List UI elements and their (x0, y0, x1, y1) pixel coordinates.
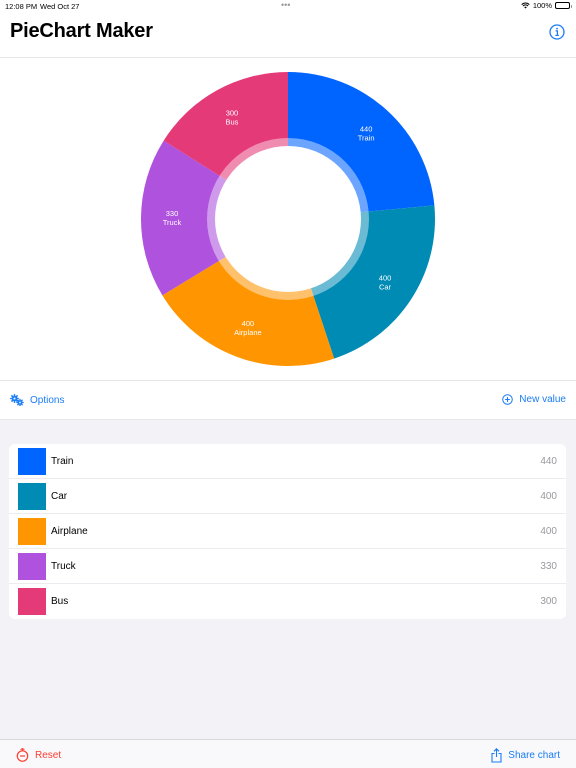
item-label: Car (51, 491, 68, 502)
item-value: 400 (540, 491, 557, 502)
list-item[interactable]: Truck 330 (9, 549, 566, 584)
options-button[interactable]: Options (10, 394, 64, 406)
color-swatch[interactable] (18, 553, 46, 580)
list-item[interactable]: Train 440 (9, 444, 566, 479)
slice-category-label: Train (358, 133, 375, 142)
bottom-toolbar: Reset Share chart (0, 739, 576, 768)
slice-value-label: 300 (226, 108, 239, 117)
item-value: 400 (540, 526, 557, 537)
color-swatch[interactable] (18, 588, 46, 615)
info-circle-icon[interactable] (549, 24, 565, 40)
slice-value-label: 330 (166, 209, 179, 218)
slice-value-label: 440 (360, 124, 373, 133)
item-value: 300 (540, 596, 557, 607)
donut-hole (215, 146, 361, 292)
item-value: 330 (540, 561, 557, 572)
battery-percent: 100% (532, 1, 552, 10)
slice-data-label: 400 Car (379, 274, 392, 292)
new-value-label: New value (519, 394, 566, 405)
status-date: Wed Oct 27 (40, 2, 80, 11)
status-right: 100% (521, 1, 572, 10)
slice-category-label: Airplane (234, 328, 262, 337)
battery-icon (555, 2, 572, 9)
reset-button[interactable]: Reset (16, 748, 61, 762)
color-swatch[interactable] (18, 483, 46, 510)
multitasking-dots[interactable]: ••• (281, 0, 290, 10)
item-label: Airplane (51, 526, 88, 537)
item-label: Bus (51, 596, 69, 607)
list-item[interactable]: Bus 300 (9, 584, 566, 619)
slice-value-label: 400 (242, 319, 255, 328)
status-bar: 12:08 PM Wed Oct 27 ••• 100% (0, 0, 576, 12)
reset-timer-icon (16, 748, 29, 762)
status-time: 12:08 PM (5, 2, 38, 11)
page-title: PieChart Maker (10, 20, 153, 42)
slice-category-label: Car (379, 283, 392, 292)
action-bar: Options New value (0, 381, 576, 420)
color-swatch[interactable] (18, 448, 46, 475)
item-label: Train (51, 456, 74, 467)
donut-chart: 440 Train400 Car400 Airplane330 Truck300 Bus (140, 72, 435, 366)
list-item[interactable]: Airplane 400 (9, 514, 566, 549)
values-list: Train 440 Car 400 Airplane 400 Truck 330… (9, 444, 566, 619)
slice-category-label: Truck (163, 218, 182, 227)
item-value: 440 (540, 456, 557, 467)
share-label: Share chart (508, 750, 560, 761)
reset-label: Reset (35, 749, 62, 761)
slice-data-label: 440 Train (358, 124, 375, 142)
chart-area: 440 Train 400 Car 400 Airplane 330 Truck 300 Bus (0, 58, 576, 381)
list-item[interactable]: Car 400 (9, 479, 566, 514)
slice-data-label: 300 Bus (226, 108, 239, 126)
share-chart-button[interactable]: Share chart (491, 748, 560, 763)
plus-circle-icon (502, 394, 514, 405)
gears-icon (10, 394, 24, 406)
wifi-icon (521, 2, 530, 9)
slice-category-label: Bus (226, 117, 239, 126)
item-label: Truck (51, 561, 76, 572)
new-value-button[interactable]: New value (502, 394, 566, 405)
slice-value-label: 400 (379, 274, 392, 283)
color-swatch[interactable] (18, 518, 46, 545)
nav-header: PieChart Maker (0, 12, 576, 58)
options-label: Options (30, 394, 65, 406)
share-icon (491, 748, 502, 763)
